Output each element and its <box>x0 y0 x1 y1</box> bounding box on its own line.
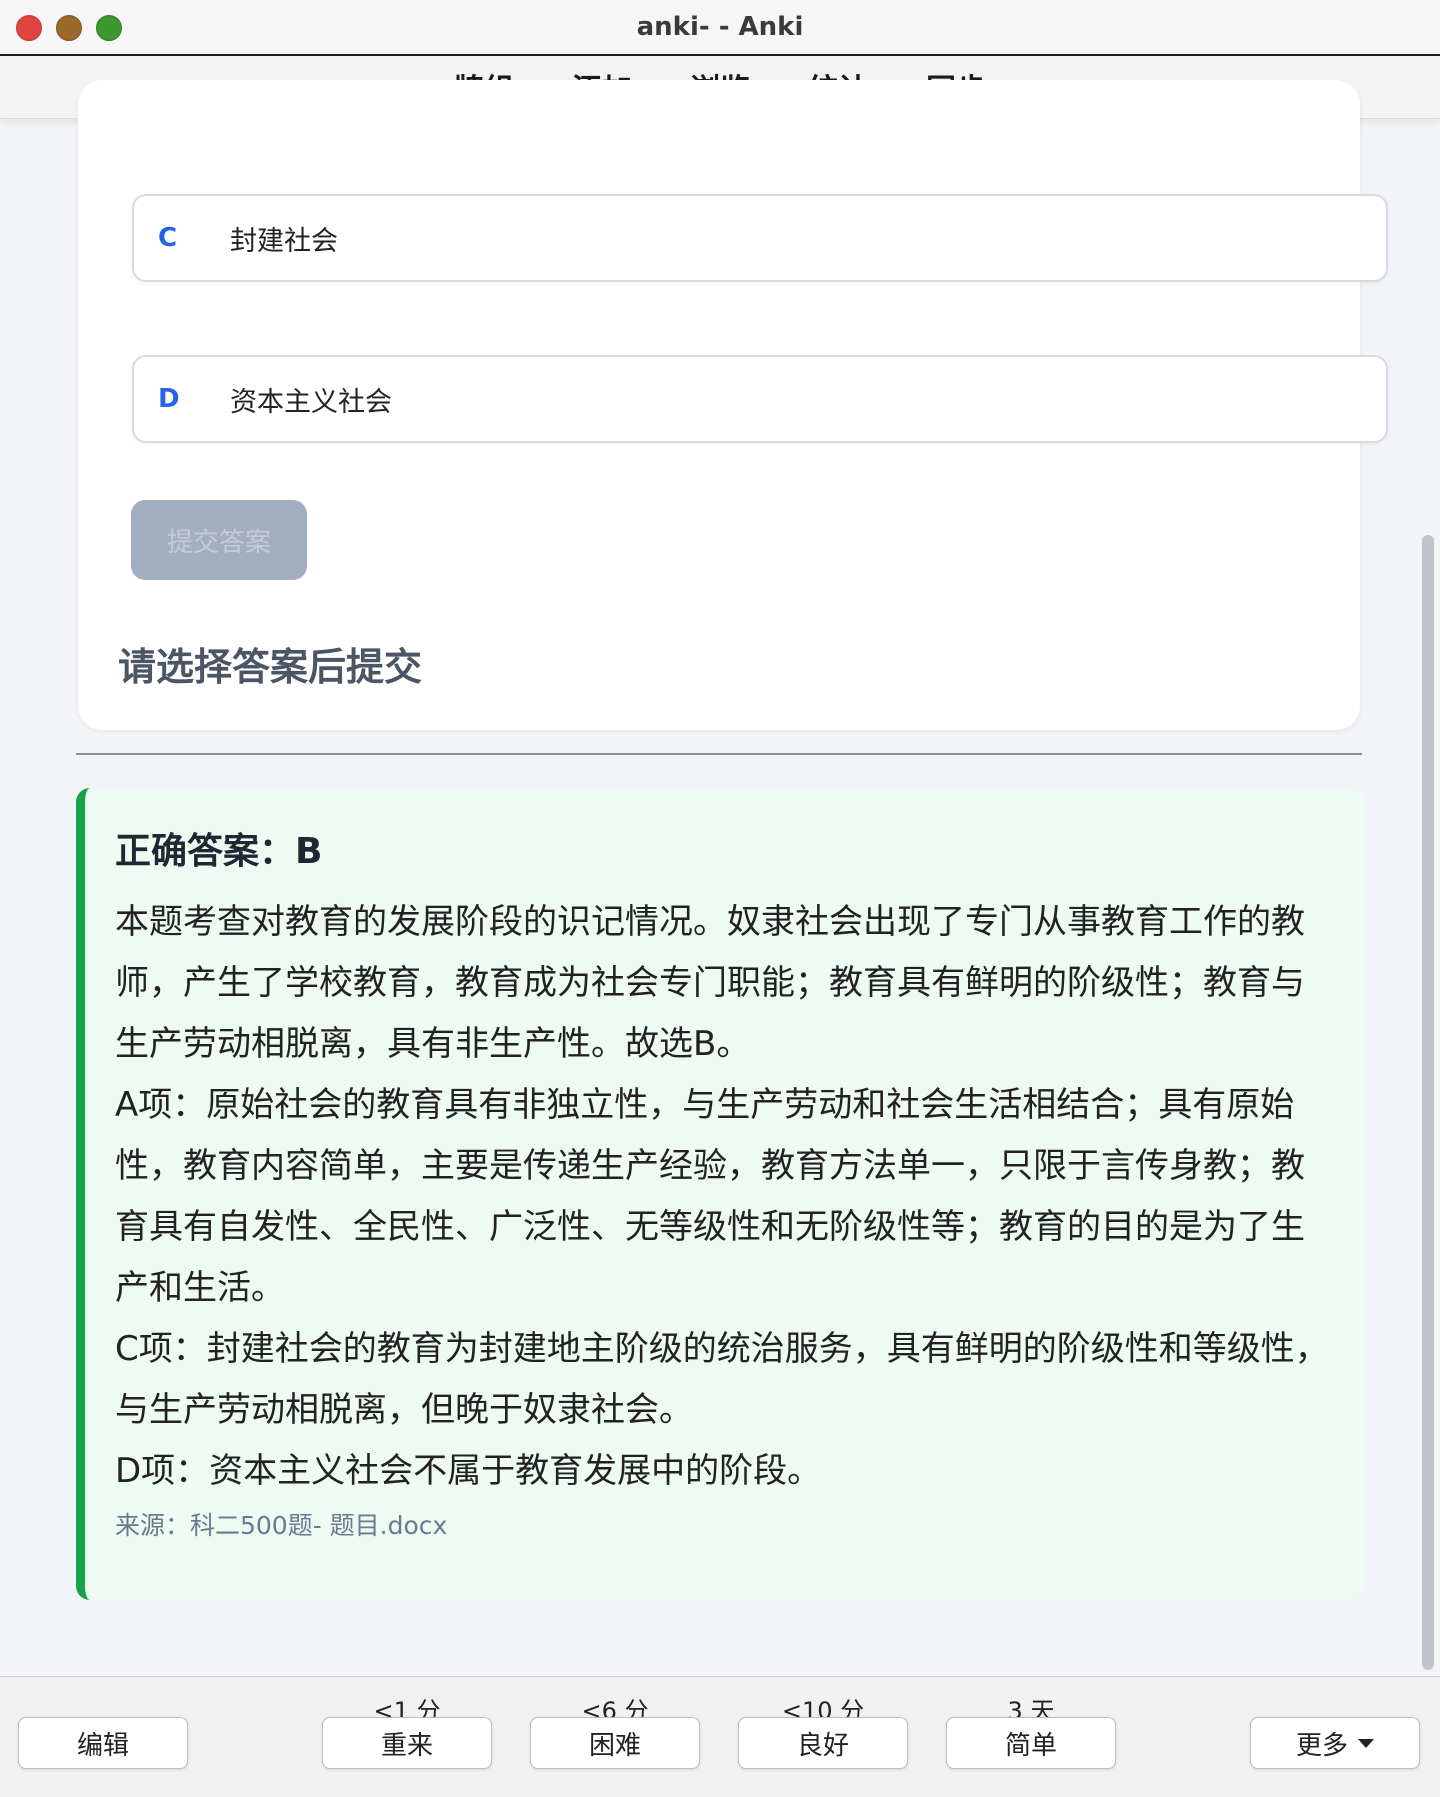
option-letter: D <box>158 384 180 414</box>
answer-explanation: 本题考查对教育的发展阶段的识记情况。奴隶社会出现了专门从事教育工作的教师，产生了… <box>115 892 1330 1502</box>
divider <box>76 753 1362 755</box>
explanation-paragraph: D项：资本主义社会不属于教育发展中的阶段。 <box>115 1451 822 1491</box>
edit-button[interactable]: 编辑 <box>18 1717 188 1769</box>
option-text: 资本主义社会 <box>230 386 392 418</box>
explanation-paragraph: A项：原始社会的教育具有非独立性，与生产劳动和社会生活相结合；具有原始性，教育内… <box>115 1085 1305 1308</box>
option-d[interactable]: D 资本主义社会 <box>132 355 1388 443</box>
select-hint: 请选择答案后提交 <box>118 645 423 689</box>
answer-source: 来源：科二500题- 题目.docx <box>115 1511 448 1540</box>
scrollbar[interactable] <box>1422 535 1434 1670</box>
option-text: 封建社会 <box>230 225 338 257</box>
title-bar: anki- - Anki <box>0 0 1440 56</box>
caret-down-icon <box>1358 1738 1374 1748</box>
hard-button[interactable]: 困难 <box>530 1717 700 1769</box>
window-title: anki- - Anki <box>636 12 804 42</box>
answer-panel: 正确答案：B 本题考查对教育的发展阶段的识记情况。奴隶社会出现了专门从事教育工作… <box>76 788 1364 1600</box>
again-button[interactable]: 重来 <box>322 1717 492 1769</box>
option-c[interactable]: C 封建社会 <box>132 194 1388 282</box>
good-button[interactable]: 良好 <box>738 1717 908 1769</box>
more-button[interactable]: 更多 <box>1250 1717 1420 1769</box>
easy-button[interactable]: 简单 <box>946 1717 1116 1769</box>
explanation-paragraph: C项：封建社会的教育为封建地主阶级的统治服务，具有鲜明的阶级性和等级性，与生产劳… <box>115 1329 1329 1430</box>
option-letter: C <box>158 223 178 253</box>
more-label: 更多 <box>1295 1730 1348 1761</box>
correct-answer-title: 正确答案：B <box>115 831 323 872</box>
submit-answer-button[interactable]: 提交答案 <box>131 500 307 580</box>
explanation-paragraph: 本题考查对教育的发展阶段的识记情况。奴隶社会出现了专门从事教育工作的教师，产生了… <box>115 902 1305 1064</box>
review-bottom-bar: 编辑 <1 分 重来 <6 分 困难 <10 分 良好 3 天 简单 更多 <box>0 1676 1440 1797</box>
